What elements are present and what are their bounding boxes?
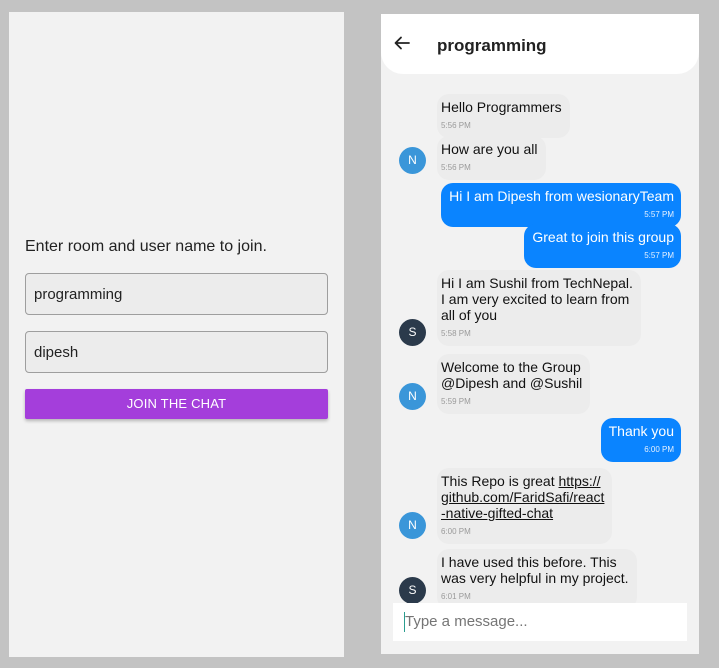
chat-header: programming [381,14,699,74]
message-time: 5:56 PM [441,121,471,130]
message-text: This Repo is great [441,473,559,489]
my-message-bubble: Thank you 6:00 PM [600,418,681,462]
chat-title: programming [437,36,547,55]
message-text-line: Hi I am Sushil from TechNepal. [441,275,633,291]
repo-link[interactable]: https:// [559,473,601,489]
message-bubble: This Repo is great https:// github.com/F… [437,468,613,544]
message-bubble: Hello Programmers 5:56 PM [437,94,570,138]
user-name-value: dipesh [34,344,79,361]
message-time: 5:59 PM [441,397,471,406]
chat-screen: programming Hello Programmers 5:56 PM Ho… [381,14,699,654]
message-text: Hello Programmers [441,99,562,115]
message-bubble: Welcome to the Group @Dipesh and @Sushil… [437,354,591,414]
my-message-bubble: Hi I am Dipesh from wesionaryTeam 5:57 P… [441,183,681,227]
repo-link[interactable]: github.com/FaridSafi/react [441,489,604,505]
room-name-input[interactable]: programming [25,273,328,315]
message-time: 6:00 PM [441,527,471,536]
message-text: Hi I am Dipesh from wesionaryTeam [449,188,674,204]
avatar[interactable]: S [399,319,426,346]
join-chat-button[interactable]: JOIN THE CHAT [25,389,328,419]
message-text: How are you all [441,141,538,157]
message-time: 5:58 PM [441,329,471,338]
message-bubble: How are you all 5:56 PM [437,136,546,180]
message-time: 5:57 PM [644,210,674,219]
room-name-value: programming [34,286,123,303]
avatar[interactable]: N [399,512,426,539]
avatar[interactable]: S [399,577,426,604]
message-text-line: was very helpful in my project. [441,570,629,586]
message-text-line: Welcome to the Group [441,359,581,375]
join-prompt: Enter room and user name to join. [25,238,267,255]
message-time: 6:00 PM [644,445,674,454]
message-time: 5:57 PM [644,251,674,260]
message-time: 5:56 PM [441,163,471,172]
message-text: Great to join this group [532,229,674,245]
join-screen: Enter room and user name to join. progra… [9,12,344,657]
back-arrow-icon[interactable] [393,34,411,52]
message-text-line: all of you [441,307,498,323]
my-message-bubble: Great to join this group 5:57 PM [524,224,681,268]
user-name-input[interactable]: dipesh [25,331,328,373]
avatar[interactable]: N [399,383,426,410]
message-text: Thank you [608,423,674,439]
message-bubble: Hi I am Sushil from TechNepal. I am very… [437,270,641,346]
message-text-line: I have used this before. This [441,554,617,570]
repo-link[interactable]: -native-gifted-chat [441,505,604,521]
message-input[interactable] [405,613,675,630]
avatar[interactable]: N [399,147,426,174]
message-bubble: I have used this before. This was very h… [437,549,637,609]
message-text-line: I am very excited to learn from [441,291,630,307]
message-composer[interactable] [393,603,687,641]
message-text-line: @Dipesh and @Sushil [441,375,583,391]
